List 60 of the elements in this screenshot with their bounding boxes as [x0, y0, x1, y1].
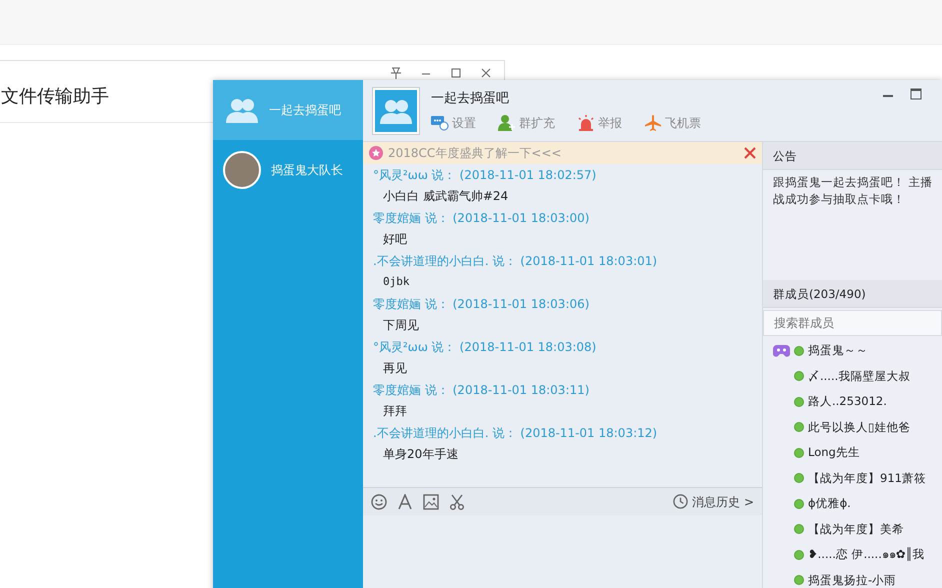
member-item[interactable]: Long先生 — [763, 440, 942, 466]
people-icon — [379, 98, 413, 124]
close-icon[interactable] — [744, 147, 756, 159]
message-header: °风灵²ωω 说： (2018-11-01 18:02:57) — [373, 167, 598, 184]
online-dot — [794, 371, 804, 382]
message-header: 零度婠婳 说： (2018-11-01 18:03:00) — [373, 210, 590, 227]
message-text: 单身20年手速 — [382, 446, 460, 463]
font-icon[interactable] — [397, 494, 413, 510]
message-header: 零度婠婳 说： (2018-11-01 18:03:11) — [373, 382, 590, 399]
member-item[interactable]: ɸ优雅ɸ. — [763, 491, 942, 516]
member-item[interactable]: 此号以换人▯娃他爸 — [763, 414, 942, 440]
maximize-icon[interactable] — [910, 88, 922, 100]
chat-bubble-icon — [431, 115, 449, 132]
gamepad-icon — [773, 344, 790, 358]
online-dot — [794, 448, 804, 458]
banner-text: 2018CC年度盛典了解一下<<< — [388, 145, 562, 162]
notice-text: 跟捣蛋鬼一起去捣蛋吧！ 主播 — [773, 174, 932, 191]
message-text: 0jbk — [382, 274, 410, 290]
member-item[interactable]: 捣蛋鬼～～ — [763, 338, 942, 364]
person-add-icon — [498, 115, 516, 132]
message-history-button[interactable]: 消息历史 > — [673, 492, 754, 510]
member-item[interactable]: 【战为年度】911萧筱 — [763, 466, 942, 491]
online-dot — [794, 575, 804, 586]
message-header: 零度婠婳 说： (2018-11-01 18:03:06) — [373, 296, 590, 313]
member-item[interactable]: 捣蛋鬼扬拉-小雨 — [763, 568, 942, 588]
online-dot — [794, 346, 804, 356]
member-item[interactable]: 路人..253012. — [763, 389, 942, 414]
image-icon[interactable] — [423, 494, 439, 510]
online-dot — [794, 396, 804, 407]
message-text: 小白白 威武霸气帅#24 — [382, 188, 510, 205]
pin-icon[interactable] — [390, 67, 402, 79]
member-item[interactable]: 〆.....我隔壁屋大叔 — [763, 364, 942, 389]
star-icon — [369, 146, 383, 160]
notice-text: 战成功参与抽取点卡哦！ — [773, 191, 906, 208]
online-dot — [794, 422, 804, 432]
message-text: 好吧 — [382, 231, 408, 248]
airplane-icon — [644, 115, 662, 132]
online-dot — [794, 550, 804, 560]
people-icon — [225, 97, 259, 123]
close-icon[interactable] — [480, 67, 492, 79]
message-header: °风灵²ωω 说： (2018-11-01 18:03:08) — [373, 339, 598, 356]
online-dot — [794, 473, 804, 484]
message-text: 拜拜 — [382, 403, 408, 420]
clock-icon — [673, 494, 688, 509]
online-dot — [794, 524, 804, 534]
avatar-placeholder — [223, 151, 261, 189]
members-title: 群成员(203/490) — [763, 280, 942, 308]
message-header: .不会讲道理的小白白. 说： (2018-11-01 18:03:01) — [373, 253, 658, 270]
scissors-icon[interactable] — [449, 494, 465, 510]
message-text: 下周见 — [382, 317, 420, 334]
siren-icon — [577, 115, 595, 132]
maximize-icon[interactable] — [450, 67, 462, 79]
online-dot — [794, 498, 804, 509]
member-item[interactable]: ❥.....恋 伊.....๑๑✿║我 — [763, 542, 942, 568]
message-text: 再见 — [382, 360, 408, 377]
notice-title: 公告 — [763, 142, 942, 170]
message-header: .不会讲道理的小白白. 说： (2018-11-01 18:03:12) — [373, 425, 658, 442]
smiley-icon[interactable] — [371, 494, 387, 510]
member-search-field[interactable]: 搜索群成员 — [763, 310, 942, 336]
member-item[interactable]: 【战为年度】美希 — [763, 516, 942, 542]
